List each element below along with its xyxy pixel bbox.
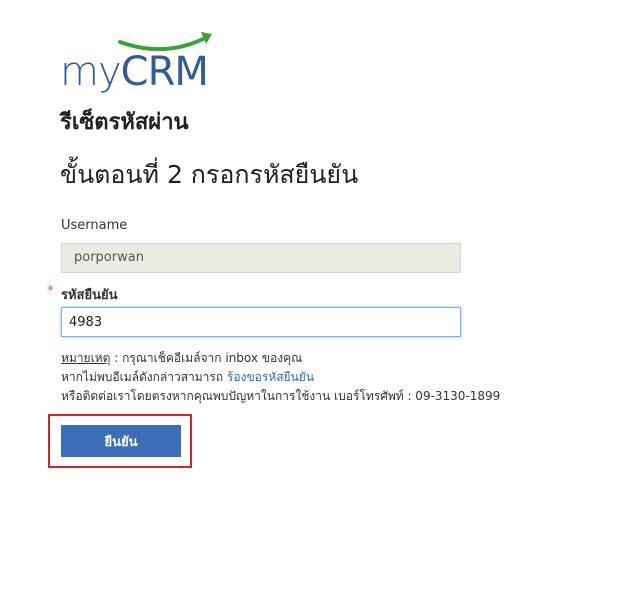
request-code-link[interactable]: ร้องขอรหัสยืนยัน (227, 370, 314, 384)
note-prefix: หมายเหตุ (61, 351, 111, 365)
logo-wordmark: myCRM (60, 49, 209, 95)
step-title: ขั้นตอนที่ 2 กรอกรหัสยืนยัน (60, 160, 359, 189)
note-line-3: หรือติดต่อเราโดยตรงหากคุณพบปัญหาในการใช้… (61, 389, 501, 403)
username-field: porporwan (61, 243, 461, 273)
page-title: รีเซ็ตรหัสผ่าน (60, 110, 189, 135)
logo-crm: CRM (120, 49, 209, 95)
note-line-2: หากไม่พบอีเมล์ดังกล่าวสามารถ ร้องขอรหัสย… (61, 368, 500, 387)
required-mark: * (47, 284, 54, 299)
mycrm-logo: myCRM (60, 30, 220, 95)
username-label: Username (61, 218, 128, 233)
confirm-button[interactable]: ยืนยัน (61, 425, 181, 457)
note-line-1: หมายเหตุ : กรุณาเช็คอีเมล์จาก inbox ของค… (61, 349, 500, 368)
otp-label: รหัสยืนยัน (61, 288, 118, 303)
otp-input[interactable] (61, 307, 461, 337)
note-line-2-text: หากไม่พบอีเมล์ดังกล่าวสามารถ (61, 370, 227, 384)
logo-my: my (60, 49, 122, 95)
note-line-1-text: : กรุณาเช็คอีเมล์จาก inbox ของคุณ (110, 351, 303, 365)
notes: หมายเหตุ : กรุณาเช็คอีเมล์จาก inbox ของค… (61, 349, 500, 406)
